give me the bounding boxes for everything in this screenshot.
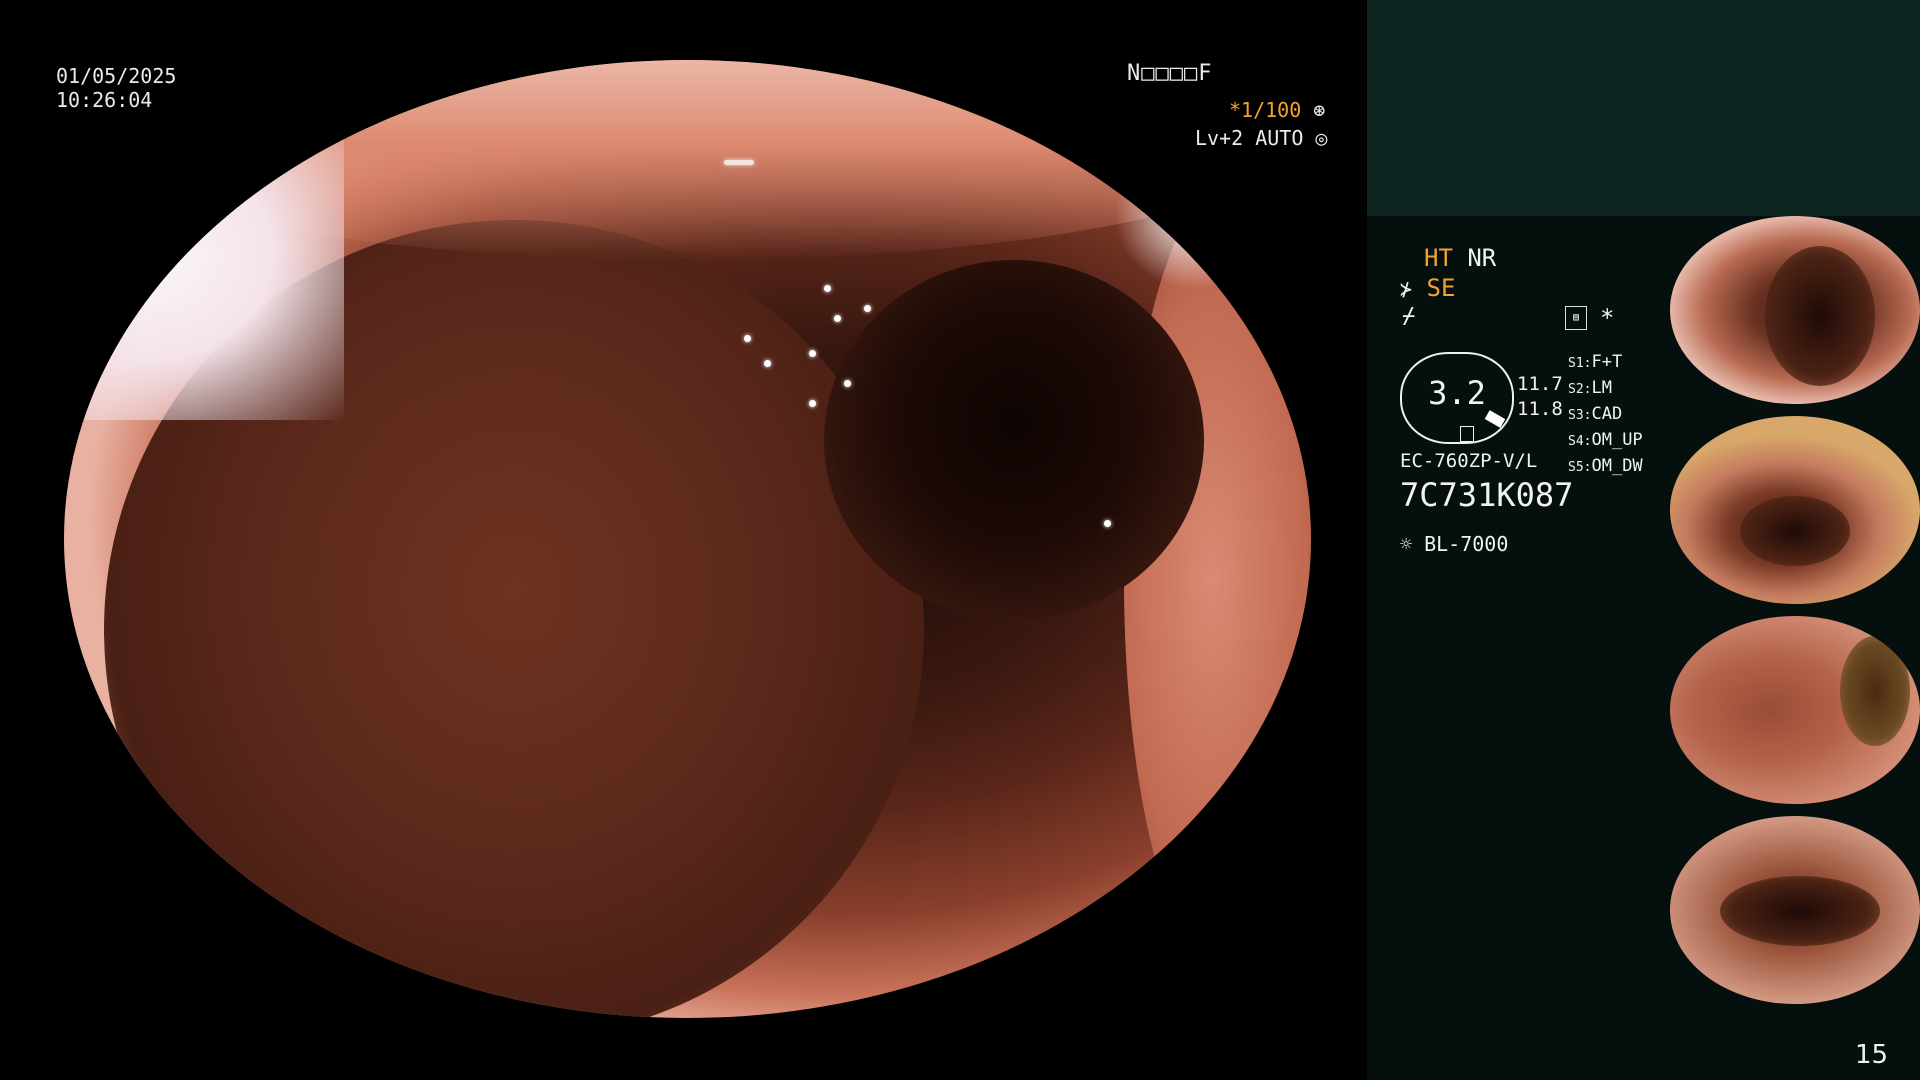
measure-values: 11.7 11.8: [1517, 372, 1563, 422]
scope-model: EC-760ZP-V/L: [1400, 450, 1538, 472]
reflection-spot: [834, 315, 841, 322]
switch-row: S4:OM_UP: [1568, 430, 1643, 450]
date-text: 01/05/2025: [56, 64, 177, 88]
ht-label: HT: [1424, 244, 1453, 272]
page-number: 15: [1855, 1040, 1889, 1070]
color-tone-icon: ⌿: [1402, 304, 1416, 329]
switch-row: S1:F+T: [1568, 352, 1623, 372]
thumbnail-serial: 7C731K087: [1680, 792, 1724, 801]
lumen: [824, 260, 1204, 620]
iris-icon: ◎: [1315, 126, 1328, 150]
switch-list: S1:F+T S2:LM S3:CAD S4:OM_UP S5:OM_DW: [1568, 350, 1643, 480]
thumbnail-image[interactable]: 7C731K087: [1670, 816, 1920, 1004]
mucosa-rim-right: [1124, 180, 1311, 980]
reflection-spot: [824, 285, 831, 292]
thumbnail-serial: 7C731K087: [1680, 384, 1724, 393]
thumbnail-image[interactable]: 7C731K087: [1670, 216, 1920, 404]
date-time-block: 01/05/2025 10:26:04: [56, 64, 176, 112]
ht-nr-row: HT NR: [1424, 244, 1496, 272]
thumbnail-serial: 7C731K087: [1680, 992, 1724, 1001]
thumbnail-serial: 7C731K087: [1680, 592, 1724, 601]
se-row: ⊁ SE: [1400, 274, 1455, 302]
zoom-indicator: [1484, 410, 1506, 428]
thumbnail-image[interactable]: 7C731K087: [1670, 616, 1920, 804]
shutter-speed: *1/100 ⊛: [1229, 98, 1325, 122]
light-glare-2: [1114, 140, 1274, 290]
star-mark: *: [1600, 304, 1615, 332]
zoom-value: 3.2: [1428, 374, 1486, 412]
endoscope-view: [64, 60, 1311, 1018]
reflection-spot: [844, 380, 851, 387]
light-source-text: BL-7000: [1424, 532, 1509, 556]
reflection-spot: [809, 400, 816, 407]
info-panel-header: [1367, 0, 1920, 216]
switch-row: S2:LM: [1568, 378, 1612, 398]
reflection-spot: [724, 160, 754, 165]
shutter-icon: ⊛: [1313, 98, 1326, 122]
light-icon: ☼: [1400, 532, 1413, 556]
shutter-text: *1/100: [1229, 98, 1302, 122]
time-text: 10:26:04: [56, 88, 153, 112]
nr-label: NR: [1467, 244, 1497, 272]
reflection-spot: [809, 350, 816, 357]
thumbnail-image[interactable]: 7C731K087: [1670, 416, 1920, 604]
mode-code: N□□□□F: [1127, 61, 1213, 86]
reflection-spot: [744, 335, 751, 342]
reflection-spot: [764, 360, 771, 367]
keyboard-icon: ▤: [1565, 306, 1587, 330]
reflection-spot: [1104, 520, 1111, 527]
brightness-level: Lv+2 AUTO ◎: [1195, 126, 1327, 150]
measure-value-1: 11.7: [1517, 373, 1563, 395]
measure-value-2: 11.8: [1517, 398, 1563, 420]
zoom-gauge: 3.2: [1400, 352, 1514, 444]
se-label: SE: [1426, 274, 1456, 302]
level-text: Lv+2 AUTO: [1195, 126, 1304, 150]
structure-enhance-icon: ⊁: [1400, 277, 1413, 301]
switch-row: S3:CAD: [1568, 404, 1623, 424]
switch-row: S5:OM_DW: [1568, 456, 1643, 476]
light-glare: [64, 120, 344, 420]
zoom-marker: [1460, 426, 1474, 442]
light-source-row: ☼ BL-7000: [1400, 532, 1508, 556]
scope-serial: 7C731K087: [1400, 476, 1574, 514]
reflection-spot: [864, 305, 871, 312]
